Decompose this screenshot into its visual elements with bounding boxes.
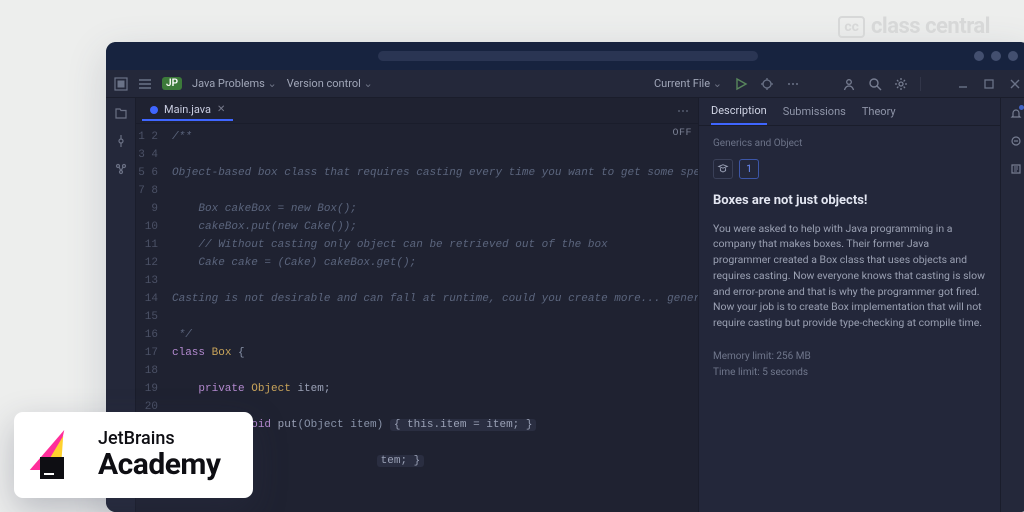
file-tab-main[interactable]: Main.java ✕ — [142, 100, 233, 121]
task-title: Boxes are not just objects! — [713, 191, 986, 211]
debug-icon[interactable] — [760, 77, 774, 91]
notifications-icon[interactable] — [1009, 106, 1023, 120]
tab-theory[interactable]: Theory — [862, 99, 896, 124]
project-tool-icon[interactable] — [114, 106, 128, 120]
learn-tool-icon[interactable] — [1009, 162, 1023, 176]
window-dot[interactable] — [1008, 51, 1018, 61]
badge-line2: Academy — [98, 449, 221, 481]
run-config-dropdown[interactable]: Current File — [654, 77, 722, 90]
close-tab-icon[interactable]: ✕ — [217, 104, 225, 115]
titlebar-address-pill[interactable] — [378, 51, 758, 61]
tab-description[interactable]: Description — [711, 98, 767, 125]
settings-icon[interactable] — [894, 77, 908, 91]
search-icon[interactable] — [868, 77, 882, 91]
run-icon[interactable] — [734, 77, 748, 91]
window-dot[interactable] — [974, 51, 984, 61]
restore-icon[interactable] — [982, 77, 996, 91]
task-breadcrumb[interactable]: Generics and Object — [713, 136, 986, 151]
tab-more-icon[interactable] — [676, 104, 690, 118]
task-panel: Description Submissions Theory Generics … — [698, 98, 1000, 512]
app-menu-icon[interactable] — [114, 77, 128, 91]
inspection-off-badge[interactable]: OFF — [672, 128, 692, 139]
task-description: You were asked to help with Java program… — [713, 221, 986, 331]
more-icon[interactable] — [786, 77, 800, 91]
ide-toolbar: JP Java Problems Version control Current… — [106, 70, 1024, 98]
ai-assistant-icon[interactable] — [1009, 134, 1023, 148]
file-tab-label: Main.java — [164, 103, 211, 116]
project-dropdown[interactable]: Java Problems — [192, 77, 277, 90]
lesson-icon[interactable] — [713, 159, 733, 179]
structure-tool-icon[interactable] — [114, 162, 128, 176]
vcs-dropdown[interactable]: Version control — [287, 77, 373, 90]
right-tool-stripe — [1000, 98, 1024, 512]
commit-tool-icon[interactable] — [114, 134, 128, 148]
minimize-icon[interactable] — [956, 77, 970, 91]
task-tabs: Description Submissions Theory — [699, 98, 1000, 126]
jetbrains-academy-badge: JetBrains Academy — [14, 412, 253, 498]
editor-tabs: Main.java ✕ — [136, 98, 698, 124]
memory-limit: Memory limit: 256 MB — [713, 349, 986, 365]
java-file-icon — [150, 106, 158, 114]
time-limit: Time limit: 5 seconds — [713, 365, 986, 381]
window-controls — [974, 51, 1018, 61]
step-badge[interactable]: 1 — [739, 159, 759, 179]
close-icon[interactable] — [1008, 77, 1022, 91]
cc-mark: cc — [838, 16, 865, 38]
class-central-watermark: cc class central — [838, 14, 990, 39]
badge-line1: JetBrains — [98, 430, 221, 449]
window-dot[interactable] — [991, 51, 1001, 61]
window-titlebar — [106, 42, 1024, 70]
project-badge: JP — [162, 77, 182, 90]
tab-submissions[interactable]: Submissions — [783, 99, 846, 124]
cc-text: class central — [871, 14, 990, 39]
user-icon[interactable] — [842, 77, 856, 91]
hamburger-icon[interactable] — [138, 77, 152, 91]
jetbrains-logo-icon — [34, 430, 84, 480]
